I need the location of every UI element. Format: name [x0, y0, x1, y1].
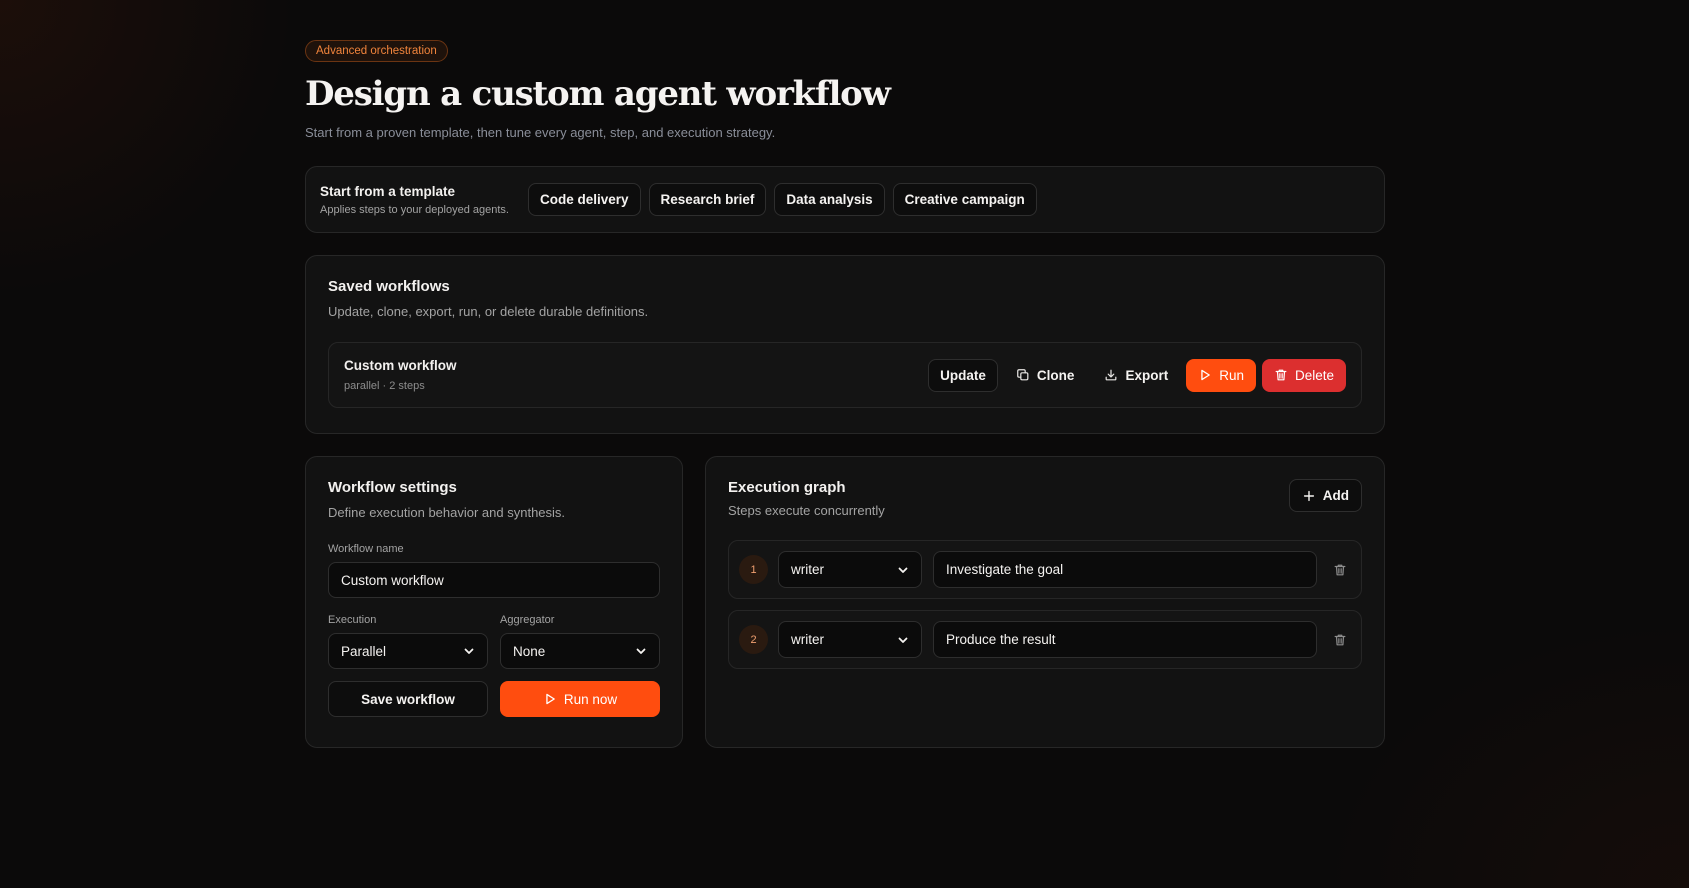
delete-label: Delete [1294, 367, 1334, 383]
step-agent-select[interactable]: writer [778, 621, 922, 658]
step-agent-value: writer [791, 632, 824, 647]
download-icon [1106, 369, 1117, 381]
template-title: Start from a template [320, 183, 456, 199]
export-label: Export [1125, 367, 1169, 383]
template-research-brief-button[interactable]: Research brief [648, 183, 767, 216]
saved-workflow-actions: Update Clone Export Run Delete [928, 358, 1346, 392]
saved-workflow-info: Custom workflow parallel · 2 steps [344, 358, 457, 392]
step-instruction-input[interactable]: Produce the result [933, 621, 1317, 658]
workflow-settings-panel: Workflow settings Define execution behav… [305, 456, 683, 748]
template-code-delivery-button[interactable]: Code delivery [528, 183, 641, 216]
trash-icon [1275, 369, 1287, 381]
step-number-badge: 1 [739, 555, 768, 584]
update-label: Update [940, 367, 986, 383]
export-button[interactable]: Export [1092, 359, 1180, 392]
page-subtitle: Start from a proven template, then tune … [305, 125, 776, 140]
add-step-button[interactable]: Add [1288, 479, 1362, 512]
clone-button[interactable]: Clone [1004, 359, 1087, 392]
execution-value: Parallel [341, 643, 387, 659]
page-title: Design a custom agent workflow [305, 74, 891, 114]
chevron-down-icon [636, 648, 646, 654]
save-workflow-label: Save workflow [361, 691, 455, 707]
aggregator-select[interactable]: None [500, 633, 660, 669]
play-icon [546, 693, 555, 705]
update-button[interactable]: Update [928, 358, 998, 392]
saved-workflows-title: Saved workflows [328, 278, 450, 295]
saved-workflow-name: Custom workflow [344, 358, 457, 373]
step-number-badge: 2 [739, 625, 768, 654]
graph-header: Execution graph Steps execute concurrent… [728, 479, 1362, 518]
run-now-label: Run now [563, 691, 618, 707]
aggregator-value: None [513, 643, 546, 659]
saved-workflow-row: Custom workflow parallel · 2 steps Updat… [328, 342, 1362, 408]
section-badge: Advanced orchestration [305, 40, 448, 62]
play-icon [1201, 369, 1211, 381]
workflow-name-group: Workflow name Custom workflow [328, 543, 660, 598]
workflow-name-input[interactable]: Custom workflow [328, 562, 660, 598]
graph-heading: Execution graph Steps execute concurrent… [728, 479, 885, 518]
execution-aggregator-row: Execution Parallel Aggregator None [328, 614, 660, 669]
step-instruction-input[interactable]: Investigate the goal [933, 551, 1317, 588]
run-now-button[interactable]: Run now [500, 681, 660, 717]
template-description: Applies steps to your deployed agents. [320, 203, 509, 216]
template-data-analysis-button[interactable]: Data analysis [774, 183, 885, 216]
workflow-name-value: Custom workflow [341, 572, 444, 588]
step-instruction-value: Investigate the goal [946, 562, 1064, 577]
settings-description: Define execution behavior and synthesis. [328, 505, 566, 520]
graph-title: Execution graph [728, 479, 846, 496]
step-row: 1 writer Investigate the goal [728, 540, 1362, 599]
template-creative-campaign-button[interactable]: Creative campaign [892, 183, 1037, 216]
saved-workflow-meta: parallel · 2 steps [344, 380, 425, 392]
saved-workflows-description: Update, clone, export, run, or delete du… [328, 304, 649, 319]
chevron-down-icon [898, 567, 908, 573]
delete-step-icon[interactable] [1333, 563, 1347, 577]
clone-label: Clone [1036, 367, 1075, 383]
copy-icon [1017, 369, 1029, 381]
step-agent-value: writer [791, 562, 824, 577]
template-bar: Start from a template Applies steps to y… [305, 166, 1385, 233]
execution-group: Execution Parallel [328, 614, 488, 669]
page: Advanced orchestration Design a custom a… [305, 40, 1385, 748]
run-label: Run [1219, 367, 1244, 383]
step-agent-select[interactable]: writer [778, 551, 922, 588]
add-step-label: Add [1322, 488, 1349, 503]
chevron-down-icon [464, 648, 474, 654]
step-instruction-value: Produce the result [946, 632, 1056, 647]
aggregator-label: Aggregator [500, 614, 555, 626]
execution-label: Execution [328, 614, 377, 626]
bottom-panels: Workflow settings Define execution behav… [305, 456, 1385, 748]
save-workflow-button[interactable]: Save workflow [328, 681, 488, 717]
step-list: 1 writer Investigate the goal 2 writer P… [728, 540, 1362, 669]
delete-step-icon[interactable] [1333, 633, 1347, 647]
saved-workflows-panel: Saved workflows Update, clone, export, r… [305, 255, 1385, 434]
aggregator-group: Aggregator None [500, 614, 660, 669]
template-header: Start from a template Applies steps to y… [320, 184, 528, 216]
execution-graph-panel: Execution graph Steps execute concurrent… [705, 456, 1385, 748]
execution-select[interactable]: Parallel [328, 633, 488, 669]
step-row: 2 writer Produce the result [728, 610, 1362, 669]
plus-icon [1303, 490, 1314, 501]
chevron-down-icon [898, 637, 908, 643]
settings-title: Workflow settings [328, 479, 457, 496]
workflow-name-label: Workflow name [328, 543, 404, 555]
run-button[interactable]: Run [1186, 358, 1256, 392]
delete-button[interactable]: Delete [1261, 358, 1346, 392]
graph-description: Steps execute concurrently [728, 503, 885, 518]
settings-actions: Save workflow Run now [328, 681, 660, 717]
